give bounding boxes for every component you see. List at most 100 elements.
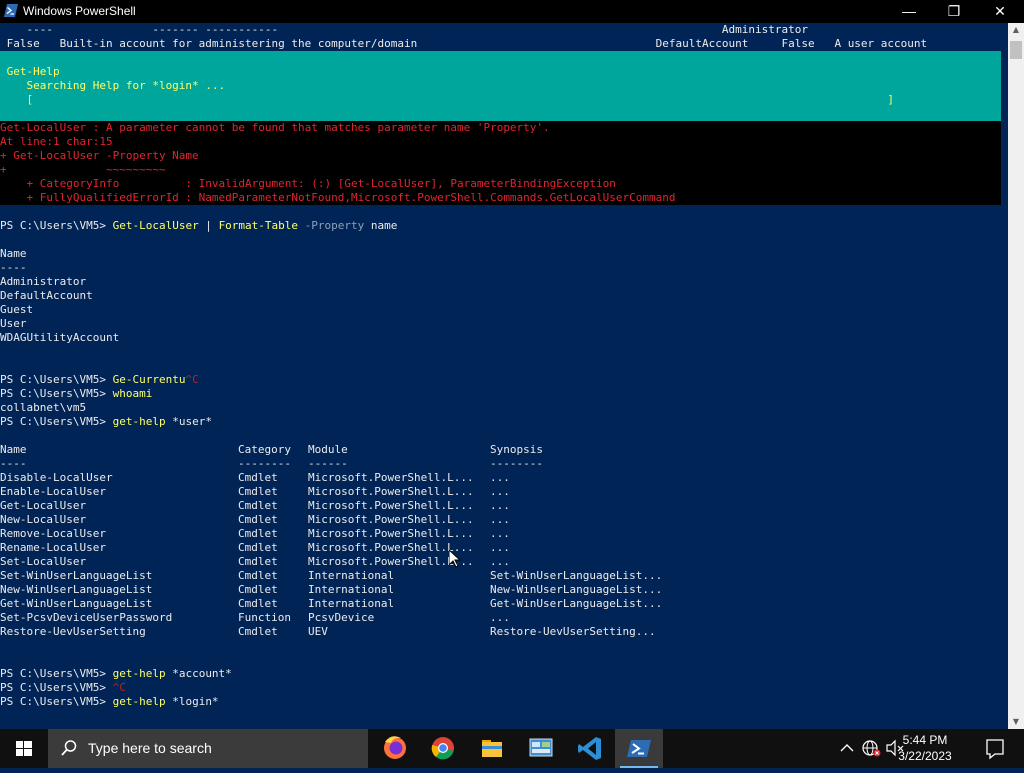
command-name: get-help	[112, 415, 166, 428]
help-table-rule: ---- -------- ------ --------	[0, 457, 1000, 471]
scroll-up-icon[interactable]: ▲	[1008, 23, 1024, 37]
command-name: Format-Table	[218, 219, 299, 232]
pipe: |	[198, 219, 219, 232]
error-line: + ~~~~~~~~~	[0, 163, 166, 176]
scrollbar-thumb[interactable]	[1010, 41, 1022, 59]
error-line: + FullyQualifiedErrorId : NamedParameter…	[0, 191, 676, 204]
cell-category: Cmdlet	[238, 527, 278, 540]
cell-synopsis: Get-WinUserLanguageList...	[490, 597, 663, 610]
list-item: DefaultAccount	[0, 289, 93, 302]
command-line: PS C:\Users\VM5> get-help *account*	[0, 667, 232, 681]
taskbar-search-box[interactable]: Type here to search	[48, 729, 368, 768]
table-row: Rename-LocalUser Cmdlet Microsoft.PowerShe…	[0, 541, 1000, 555]
command-line: PS C:\Users\VM5> get-help *login*	[0, 695, 219, 709]
console-output[interactable]: ---- ------- ----------- Administrator F…	[0, 23, 1008, 729]
cell-synopsis: ...	[490, 499, 510, 512]
show-hidden-icons-button[interactable]	[836, 729, 858, 768]
scroll-down-icon[interactable]: ▼	[1008, 715, 1024, 729]
cell-name: Set-LocalUser	[0, 555, 87, 568]
progress-status: Searching Help for *login* ...	[0, 79, 226, 92]
cell-synopsis: Set-WinUserLanguageList...	[490, 569, 663, 582]
cell-synopsis: ...	[490, 471, 510, 484]
cell-category: --------	[238, 457, 291, 470]
cell-category: Cmdlet	[238, 569, 278, 582]
cell-synopsis: ...	[490, 527, 510, 540]
taskbar-powershell[interactable]	[615, 729, 663, 768]
cell-category: Cmdlet	[238, 597, 278, 610]
cell-name: Get-WinUserLanguageList	[0, 597, 153, 610]
cell-name: Enable-LocalUser	[0, 485, 106, 498]
table-row: Enable-LocalUser Cmdlet Microsoft.PowerShe…	[0, 485, 1000, 499]
minimize-button[interactable]: —	[886, 0, 932, 23]
action-center-button[interactable]	[975, 729, 1015, 768]
command-parameter: -Property	[298, 219, 365, 232]
maximize-icon: ❐	[947, 3, 961, 19]
cell-synopsis: Synopsis	[490, 443, 543, 456]
table-row: Remove-LocalUser Cmdlet Microsoft.PowerShe…	[0, 527, 1000, 541]
cell-synopsis: New-WinUserLanguageList...	[490, 583, 663, 596]
notifications-icon	[986, 739, 1004, 760]
title-bar[interactable]: Windows PowerShell — ❐ ✕	[0, 0, 1024, 23]
file-explorer-icon	[482, 740, 502, 757]
command-argument: *user*	[165, 415, 212, 428]
network-tray-button[interactable]	[859, 729, 883, 768]
vertical-scrollbar[interactable]: ▲ ▼	[1008, 23, 1024, 729]
error-line: + Get-LocalUser -Property Name	[0, 149, 199, 162]
table-row: New-WinUserLanguageList Cmdlet Internation…	[0, 583, 1000, 597]
cell-name: Set-PcsvDeviceUserPassword	[0, 611, 173, 624]
list-item: Administrator	[0, 275, 87, 288]
console-line: False Built-in account for administering…	[0, 37, 928, 50]
prompt: PS C:\Users\VM5>	[0, 681, 113, 694]
command-line: PS C:\Users\VM5> get-help *user*	[0, 415, 212, 429]
cell-synopsis: ...	[490, 555, 510, 568]
network-globe-icon	[862, 740, 881, 757]
maximize-button[interactable]: ❐	[931, 0, 977, 23]
cell-module: International	[308, 569, 395, 582]
cell-module: Microsoft.PowerShell.L...	[308, 485, 474, 498]
minimize-icon: —	[902, 3, 916, 19]
error-line: + CategoryInfo : InvalidArgument: (:) [G…	[0, 177, 616, 190]
close-icon: ✕	[994, 3, 1006, 19]
table-row: Set-WinUserLanguageList Cmdlet Internation…	[0, 569, 1000, 583]
console-line: ---- ------- ----------- Administrator	[0, 23, 808, 36]
cell-module: International	[308, 597, 395, 610]
taskbar-chrome[interactable]	[419, 729, 467, 768]
windows-logo-icon	[16, 741, 32, 756]
cell-category: Cmdlet	[238, 485, 278, 498]
taskbar-file-explorer[interactable]	[468, 729, 516, 768]
cell-module: ------	[308, 457, 348, 470]
cell-name: Disable-LocalUser	[0, 471, 113, 484]
prompt: PS C:\Users\VM5>	[0, 387, 113, 400]
table-row: Get-WinUserLanguageList Cmdlet Internation…	[0, 597, 1000, 611]
cell-module: International	[308, 583, 395, 596]
taskbar-firefox[interactable]	[371, 729, 419, 768]
taskbar-clock[interactable]: 5:44 PM 3/22/2023	[890, 732, 960, 764]
taskbar-control-panel[interactable]	[517, 729, 565, 768]
close-button[interactable]: ✕	[977, 0, 1023, 23]
command-name: Get-LocalUser	[112, 219, 199, 232]
cell-category: Cmdlet	[238, 471, 278, 484]
cell-name: ----	[0, 457, 27, 470]
cell-category: Cmdlet	[238, 555, 278, 568]
command-line: PS C:\Users\VM5> ^C	[0, 681, 126, 695]
cell-module: Microsoft.PowerShell.L...	[308, 513, 474, 526]
search-placeholder: Type here to search	[88, 740, 212, 756]
cell-category: Category	[238, 443, 291, 456]
cell-category: Cmdlet	[238, 499, 278, 512]
cell-module: UEV	[308, 625, 328, 638]
cell-synopsis: ...	[490, 541, 510, 554]
error-line: Get-LocalUser : A parameter cannot be fo…	[0, 121, 550, 134]
cell-category: Cmdlet	[238, 583, 278, 596]
chrome-icon	[431, 737, 454, 760]
cell-name: Remove-LocalUser	[0, 527, 106, 540]
cell-synopsis: ...	[490, 611, 510, 624]
cell-synopsis: ...	[490, 513, 510, 526]
taskbar-vscode[interactable]	[566, 729, 614, 768]
start-button[interactable]	[0, 729, 48, 768]
clock-date: 3/22/2023	[898, 749, 952, 763]
prompt: PS C:\Users\VM5>	[0, 373, 113, 386]
prompt: PS C:\Users\VM5>	[0, 667, 113, 680]
prompt: PS C:\Users\VM5>	[0, 415, 113, 428]
error-block: Get-LocalUser : A parameter cannot be fo…	[0, 121, 1001, 205]
progress-panel: Get-Help Searching Help for *login* ... …	[0, 51, 1001, 121]
